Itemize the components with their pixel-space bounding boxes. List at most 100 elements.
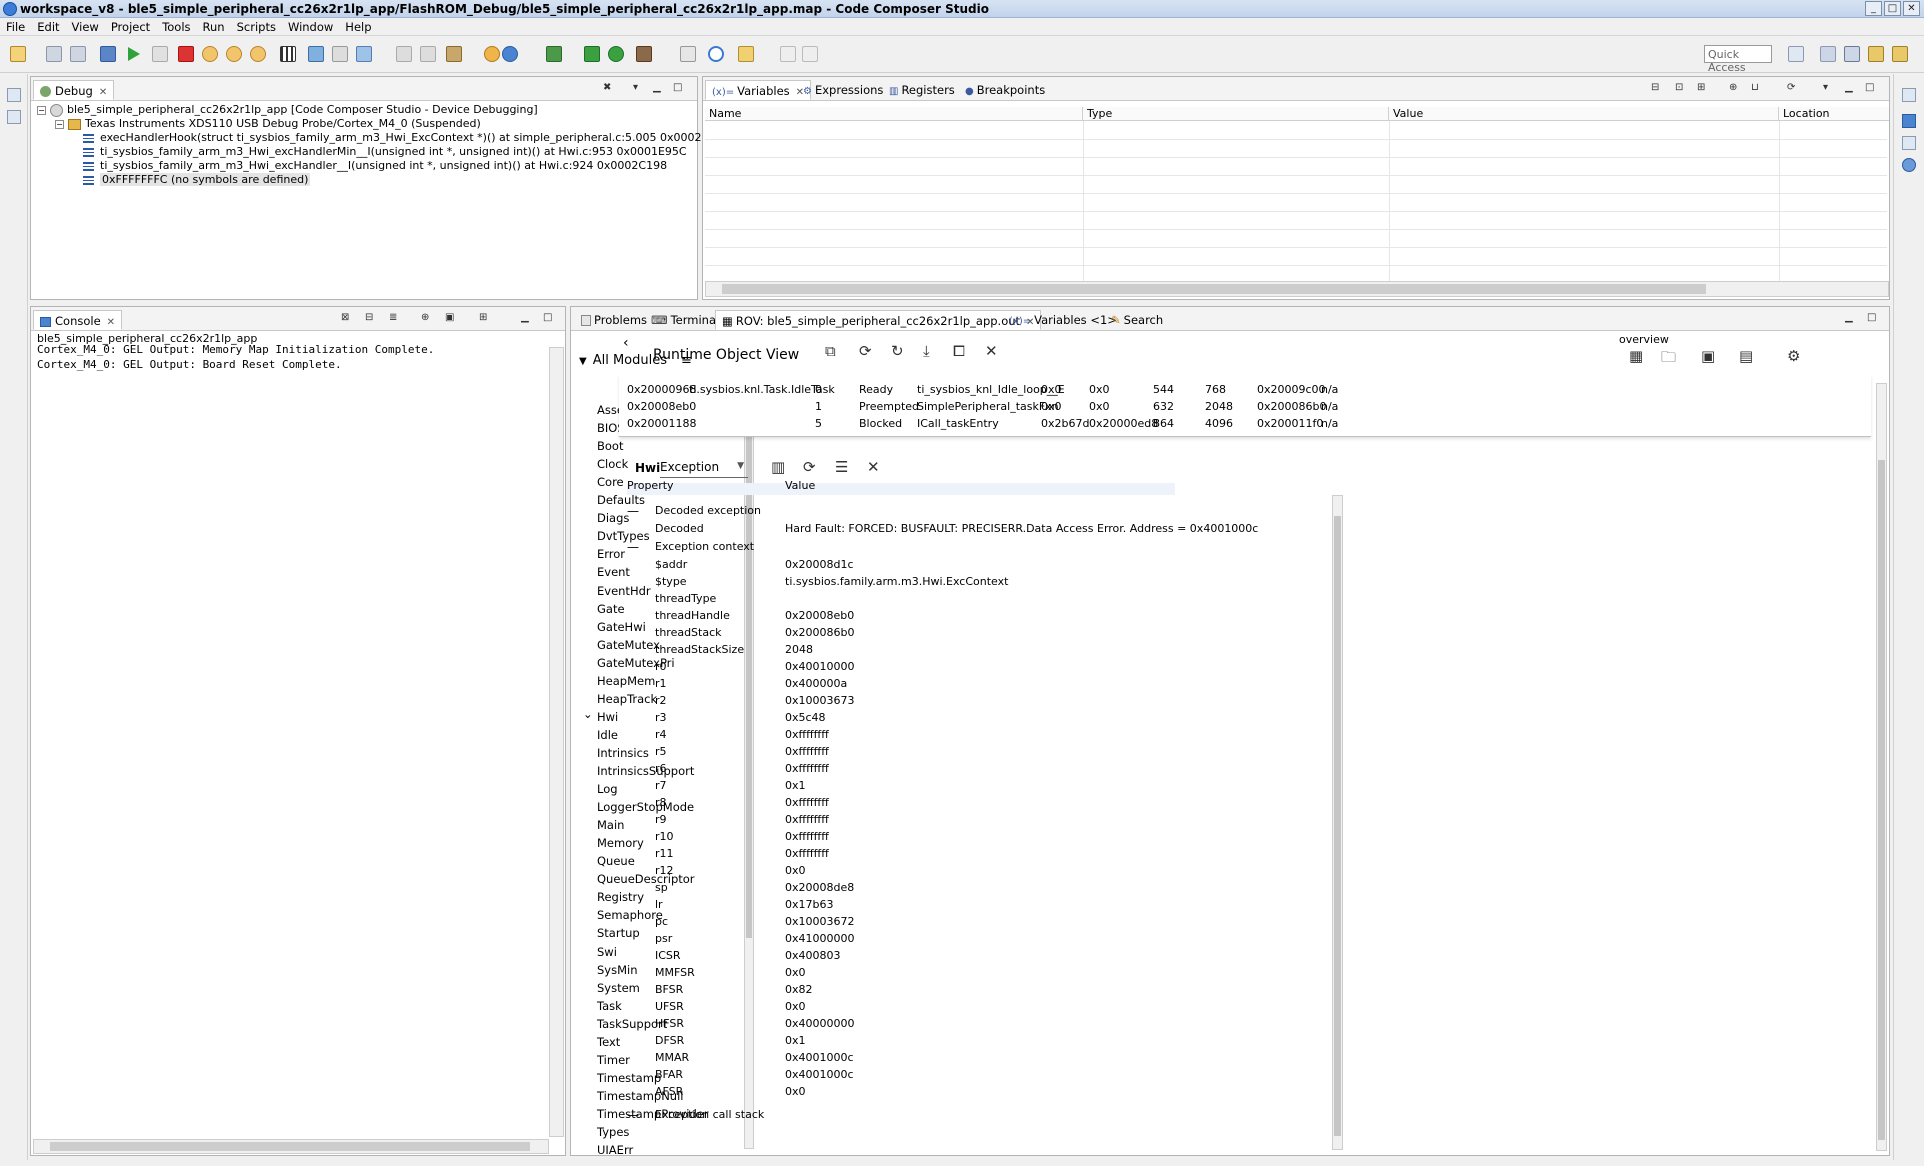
minimize-button[interactable]: _ (1865, 1, 1882, 16)
module-item[interactable]: Gate (597, 602, 625, 617)
refresh-icon[interactable]: ⟳ (859, 342, 872, 360)
menu-scripts[interactable]: Scripts (231, 18, 282, 34)
memory-browser-icon[interactable] (280, 46, 296, 62)
decoded-row[interactable]: Decoded Hard Fault: FORCED: BUSFAULT: PRE… (627, 522, 1307, 536)
context-row[interactable]: $addr 0x20008d1c (627, 558, 1307, 572)
perspective-other-icon[interactable] (1892, 46, 1908, 62)
context-row[interactable]: AFSR 0x0 (627, 1085, 1307, 1099)
menu-help[interactable]: Help (339, 18, 377, 34)
column-type[interactable]: Type (1083, 107, 1389, 121)
task-row[interactable]: 0x20000968 ti.sysbios.knl.Task.IdleTask 0 R… (619, 383, 1439, 398)
context-row[interactable]: sp 0x20008de8 (627, 881, 1307, 895)
menu-view[interactable]: View (66, 18, 105, 34)
new-icon[interactable] (10, 46, 26, 62)
save-icon[interactable] (46, 46, 62, 62)
refresh-vars-icon[interactable]: ⟳ (1787, 83, 1799, 93)
tab-registers[interactable]: ▥ Registers (883, 80, 961, 100)
filter-icon[interactable]: ≡ (681, 353, 692, 368)
perspective-ccs-edit-icon[interactable] (1820, 46, 1836, 62)
clear-console-icon[interactable]: ⊠ (341, 313, 353, 323)
scroll-thumb[interactable] (722, 284, 1706, 294)
maximize-button[interactable]: □ (1884, 1, 1901, 16)
context-row[interactable]: BFAR 0x4001000c (627, 1068, 1307, 1082)
hwi-vscrollbar[interactable] (1332, 495, 1343, 1150)
collapse-icon[interactable]: — (627, 540, 639, 554)
context-row[interactable]: r6 0xffffffff (627, 762, 1307, 776)
context-row[interactable]: BFSR 0x82 (627, 983, 1307, 997)
column-value[interactable]: Value (1389, 107, 1779, 121)
minimize-pane-icon[interactable]: ▁ (653, 83, 665, 93)
console-vscrollbar[interactable] (549, 347, 564, 1137)
context-row[interactable]: r10 0xffffffff (627, 830, 1307, 844)
collapse-icon[interactable]: − (55, 119, 64, 129)
column-location[interactable]: Location (1779, 107, 1889, 121)
step-over-icon[interactable] (226, 46, 242, 62)
context-row[interactable]: threadStackSize 2048 (627, 643, 1307, 657)
hammer-icon[interactable] (636, 46, 652, 62)
context-row[interactable]: MMAR 0x4001000c (627, 1051, 1307, 1065)
context-row[interactable]: r11 0xffffffff (627, 847, 1307, 861)
download-icon[interactable]: ⤓ (923, 342, 930, 360)
display-console-icon[interactable]: ▣ (445, 313, 457, 323)
menu-icon[interactable]: ☰ (835, 458, 848, 476)
context-row[interactable]: DFSR 0x1 (627, 1034, 1307, 1048)
close-icon[interactable]: ✕ (985, 342, 998, 360)
auto-refresh-icon[interactable]: ↻ (891, 342, 904, 360)
context-row[interactable]: r5 0xffffffff (627, 745, 1307, 759)
dashboard-icon[interactable]: ▦ (1629, 347, 1643, 365)
rov-vscrollbar[interactable] (1876, 383, 1887, 1151)
save-all-icon[interactable] (70, 46, 86, 62)
step-assembly-icon[interactable] (420, 46, 436, 62)
maximize-pane-icon[interactable]: □ (543, 313, 555, 323)
open-perspective-icon[interactable] (1788, 46, 1804, 62)
console-hscrollbar[interactable] (33, 1139, 549, 1154)
module-item[interactable]: ⌄ Hwi (583, 707, 618, 725)
module-item[interactable]: Diags (597, 511, 629, 526)
save-icon[interactable]: ▣ (1701, 347, 1715, 365)
module-item[interactable]: Task (597, 999, 622, 1014)
menu-file[interactable]: File (0, 18, 31, 34)
refresh-icon[interactable]: ⟳ (803, 458, 816, 476)
module-item[interactable]: Text (597, 1035, 620, 1050)
scroll-thumb[interactable] (1334, 516, 1341, 1136)
step-into-icon[interactable] (202, 46, 218, 62)
menu-run[interactable]: Run (197, 18, 231, 34)
debug-launch-icon[interactable] (502, 46, 518, 62)
stack-frame-row-selected[interactable]: 0xFFFFFFFC (no symbols are defined) (83, 173, 311, 190)
debug-view-icon[interactable] (100, 46, 116, 62)
trash-icon[interactable]: ▤ (1739, 347, 1753, 365)
context-row[interactable]: MMFSR 0x0 (627, 966, 1307, 980)
module-item[interactable]: Boot (597, 439, 623, 454)
all-modules-header[interactable]: ▼ All Modules ≡ (579, 353, 692, 368)
tab-search[interactable]: ✎ Search (1105, 310, 1169, 330)
task-row[interactable]: 0x20001188 5 Blocked ICall_taskEntry 0x2b67d… (619, 417, 1439, 432)
close-window-button[interactable]: ✕ (1903, 1, 1920, 16)
minimize-pane-icon[interactable]: ▁ (1845, 313, 1857, 323)
tab-breakpoints[interactable]: ● Breakpoints (959, 80, 1051, 100)
restore-icon[interactable] (7, 88, 21, 102)
collapse-icon[interactable]: − (37, 105, 46, 115)
view-menu-icon[interactable]: ▾ (633, 83, 645, 93)
tab-terminal[interactable]: ⌨ Terminal (645, 310, 725, 330)
menu-tools[interactable]: Tools (156, 18, 196, 34)
build-icon[interactable] (546, 46, 562, 62)
tab-console[interactable]: Console ✕ (33, 310, 123, 330)
quick-access-input[interactable]: Quick Access (1704, 45, 1772, 74)
context-row[interactable]: r3 0x5c48 (627, 711, 1307, 725)
open-new-view-icon[interactable]: ⊔ (1751, 83, 1763, 93)
word-wrap-icon[interactable]: ≣ (389, 313, 401, 323)
restore-right-icon[interactable] (1902, 88, 1916, 102)
disconnect-icon[interactable] (396, 46, 412, 62)
collapse-all-icon[interactable]: ⊟ (1651, 83, 1663, 93)
perspective-debug-icon[interactable] (1844, 46, 1860, 62)
project-explorer-icon[interactable] (7, 110, 21, 124)
tab-variables[interactable]: (x)= Variables ✕ (705, 80, 812, 100)
exception-call-stack-group[interactable]: — Exception call stack (627, 1108, 1307, 1122)
module-item[interactable]: Error (597, 547, 625, 562)
context-row[interactable]: r2 0x10003673 (627, 694, 1307, 708)
refresh-icon[interactable] (484, 46, 500, 62)
menu-edit[interactable]: Edit (31, 18, 65, 34)
context-row[interactable]: r8 0xffffffff (627, 796, 1307, 810)
variables-hscrollbar[interactable] (705, 281, 1889, 297)
context-row[interactable]: psr 0x41000000 (627, 932, 1307, 946)
